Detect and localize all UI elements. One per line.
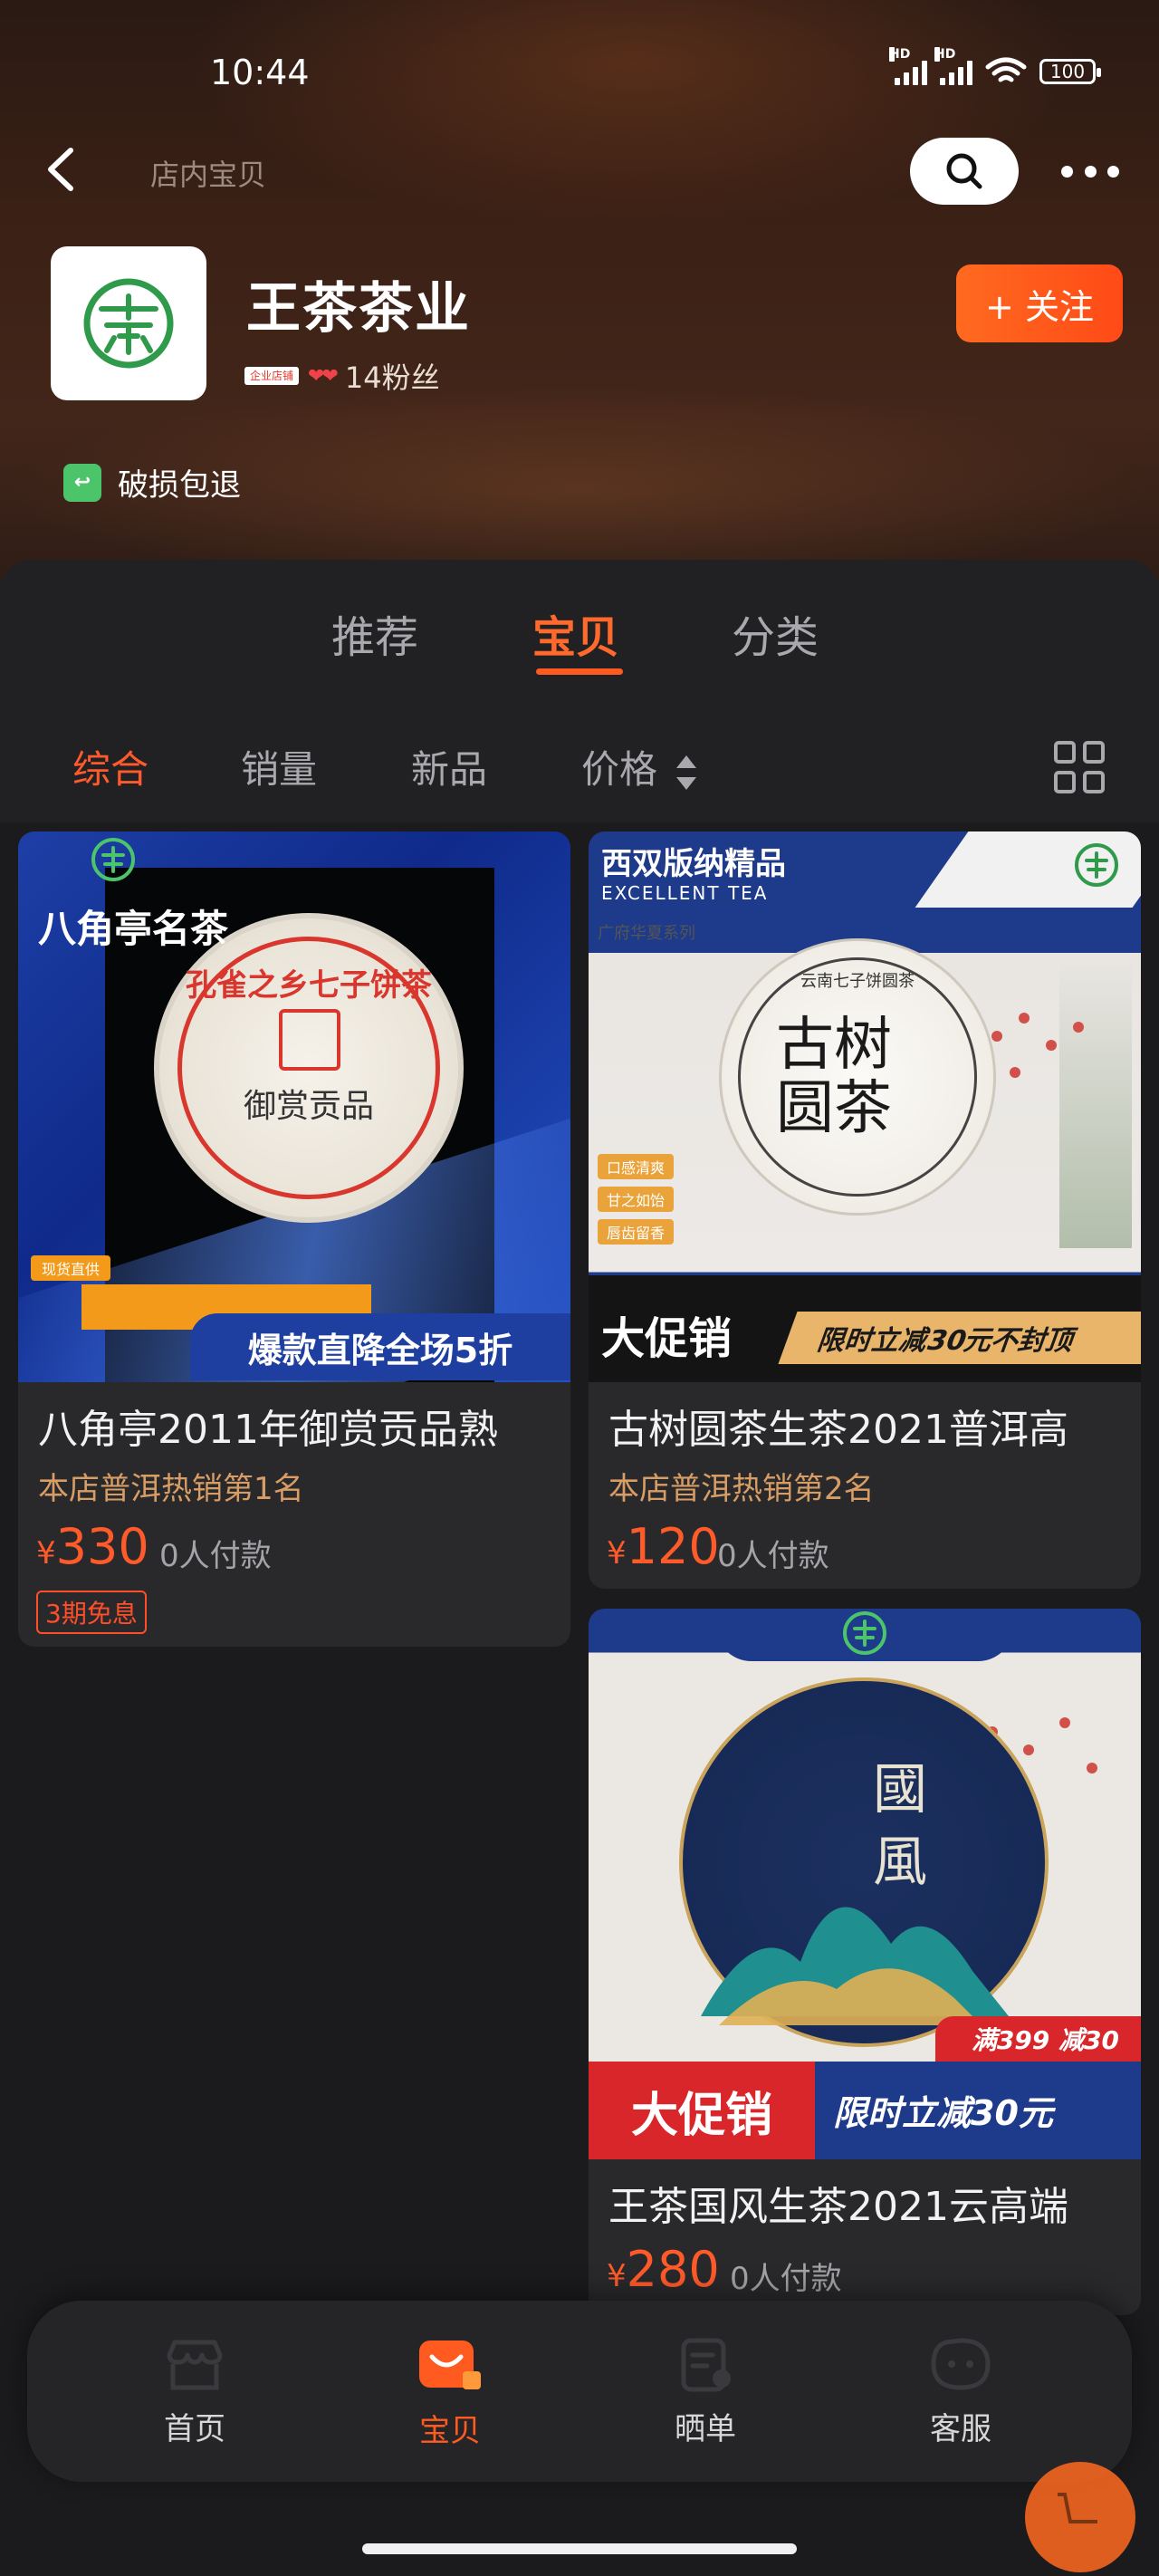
product-image[interactable]: 西双版纳精品 EXCELLENT TEA 广府华夏系列 云南七子饼圆茶 古树圆茶… — [589, 831, 1141, 1382]
product-rank: 本店普洱热销第2名 — [608, 1471, 875, 1507]
signal-icon: HD — [889, 47, 927, 85]
guarantee-tag[interactable]: ↩ 破损包退 — [63, 460, 241, 505]
receipt-icon — [681, 2338, 731, 2392]
image-tag-2: 甘之如饴 — [598, 1187, 675, 1212]
grid-cell-icon — [1054, 741, 1076, 764]
sort-comprehensive[interactable]: 综合 — [72, 739, 148, 794]
installment-badge: 3期免息 — [36, 1591, 147, 1634]
product-image[interactable]: 國風 满399 减30 大促销 限时立减30元 — [589, 1609, 1141, 2159]
store-header: 10:44 HD HD 100 店内宝贝 王茶茶业 企业店铺 ❤❤ 14粉丝 +… — [0, 0, 1159, 598]
bag-icon — [419, 2341, 481, 2389]
cake-text: 古树圆茶 — [776, 1012, 892, 1142]
floating-cart-button[interactable] — [1025, 2462, 1135, 2572]
product-card[interactable]: 國風 满399 减30 大促销 限时立减30元 王茶国风生茶2021云高端 ¥2… — [589, 1609, 1141, 2315]
product-title[interactable]: 古树圆茶生茶2021普洱高 — [608, 1397, 1125, 1455]
image-tag-3: 唇齿留香 — [598, 1219, 675, 1245]
shop-icon — [167, 2340, 223, 2390]
coupon-label: 满399 减30 — [934, 2016, 1141, 2062]
guarantee-label: 破损包退 — [118, 467, 241, 504]
tab-recommend[interactable]: 推荐 — [331, 601, 418, 665]
bottom-navigation: 首页 宝贝 晒单 客服 — [27, 2301, 1132, 2482]
cake-ring-text: 云南七子饼圆茶 — [800, 972, 915, 991]
tab-panel: 推荐 宝贝 分类 综合 销量 新品 价格 — [0, 560, 1159, 822]
image-overlay-title: 八角亭名茶 — [38, 907, 229, 951]
more-options-button[interactable] — [1061, 156, 1119, 187]
cake-text: 國風 — [873, 1758, 927, 1894]
more-dot-icon — [1107, 165, 1119, 178]
brand-logo-icon — [843, 1611, 886, 1655]
home-indicator[interactable] — [362, 2543, 797, 2554]
brand-logo-icon — [1075, 843, 1118, 887]
promo-banner: 爆款直降全场5折 — [190, 1313, 570, 1380]
sort-price[interactable]: 价格 — [581, 739, 698, 794]
payment-count: 0人付款 — [730, 2261, 842, 2297]
product-rank: 本店普洱热销第1名 — [38, 1471, 304, 1507]
product-price: ¥330 — [36, 1518, 149, 1575]
product-price: ¥280 — [607, 2241, 720, 2298]
cake-subtext: 御赏贡品 — [243, 1088, 374, 1125]
tab-category[interactable]: 分类 — [732, 601, 819, 665]
product-card[interactable]: 西双版纳精品 EXCELLENT TEA 广府华夏系列 云南七子饼圆茶 古树圆茶… — [589, 831, 1141, 1589]
store-search-input[interactable]: 店内宝贝 — [150, 152, 266, 194]
product-price: ¥120 — [607, 1518, 720, 1575]
store-logo[interactable] — [51, 246, 206, 400]
promo-label: 大促销 — [601, 1313, 733, 1364]
sort-price-label: 价格 — [581, 747, 658, 792]
grid-cell-icon — [1083, 741, 1105, 764]
back-arrow-icon[interactable] — [42, 145, 81, 194]
sort-arrows-icon — [676, 755, 697, 790]
product-image[interactable]: 孔雀之乡七子饼茶 御赏贡品 八角亭名茶 现货直供 爆款直降全场5折 — [18, 831, 570, 1382]
image-heading: 西双版纳精品 — [601, 846, 786, 882]
service-icon — [931, 2338, 991, 2390]
sort-new[interactable]: 新品 — [411, 739, 487, 794]
cart-icon — [1058, 2493, 1097, 2523]
promo-label: 大促销 — [589, 2062, 815, 2159]
sort-sales[interactable]: 销量 — [241, 739, 317, 794]
heart-icon: ❤❤ — [308, 364, 339, 388]
status-icons: HD HD 100 — [889, 47, 1101, 87]
image-subheading: EXCELLENT TEA — [601, 882, 769, 904]
product-title[interactable]: 八角亭2011年御赏贡品熟 — [38, 1397, 554, 1455]
more-dot-icon — [1061, 165, 1073, 178]
active-tab-indicator — [536, 668, 623, 675]
battery-icon: 100 — [1039, 59, 1101, 84]
promo-detail: 限时立减30元 — [833, 2093, 1053, 2133]
store-name[interactable]: 王茶茶业 — [246, 264, 471, 343]
store-meta: 企业店铺 ❤❤ 14粉丝 — [244, 355, 440, 397]
image-tag: 现货直供 — [31, 1255, 111, 1281]
nav-reviews[interactable]: 晒单 — [637, 2337, 773, 2448]
follow-button[interactable]: + 关注 — [956, 264, 1123, 342]
nav-customer-service[interactable]: 客服 — [893, 2337, 1029, 2448]
brand-logo-icon — [91, 838, 135, 881]
image-series: 广府华夏系列 — [598, 924, 695, 943]
mountain-art — [701, 1907, 1009, 2025]
payment-count: 0人付款 — [717, 1538, 829, 1574]
grid-cell-icon — [1054, 771, 1076, 793]
fans-count: 14粉丝 — [344, 360, 440, 395]
tea-logo-icon — [83, 278, 174, 369]
enterprise-badge: 企业店铺 — [244, 367, 300, 385]
search-icon — [946, 153, 982, 189]
payment-count: 0人付款 — [159, 1538, 272, 1574]
status-time: 10:44 — [210, 53, 310, 92]
more-dot-icon — [1084, 165, 1097, 178]
grid-cell-icon — [1083, 771, 1105, 793]
nav-products[interactable]: 宝贝 — [382, 2337, 518, 2450]
cake-text: 孔雀之乡七子饼茶 — [186, 967, 432, 1004]
promo-detail: 限时立减30元不封顶 — [778, 1312, 1141, 1364]
layout-toggle-button[interactable] — [1054, 741, 1106, 793]
product-title[interactable]: 王茶国风生茶2021云高端 — [608, 2174, 1125, 2232]
product-card[interactable]: 孔雀之乡七子饼茶 御赏贡品 八角亭名茶 现货直供 爆款直降全场5折 八角亭201… — [18, 831, 570, 1647]
signal-icon-2: HD — [934, 47, 972, 85]
wifi-icon — [985, 57, 1027, 82]
nav-home[interactable]: 首页 — [127, 2337, 263, 2448]
search-button[interactable] — [910, 138, 1019, 205]
return-icon: ↩ — [63, 463, 101, 502]
pagoda-icon — [279, 1009, 340, 1071]
tab-products[interactable]: 宝贝 — [532, 601, 619, 665]
image-tag-1: 口感清爽 — [598, 1154, 675, 1179]
